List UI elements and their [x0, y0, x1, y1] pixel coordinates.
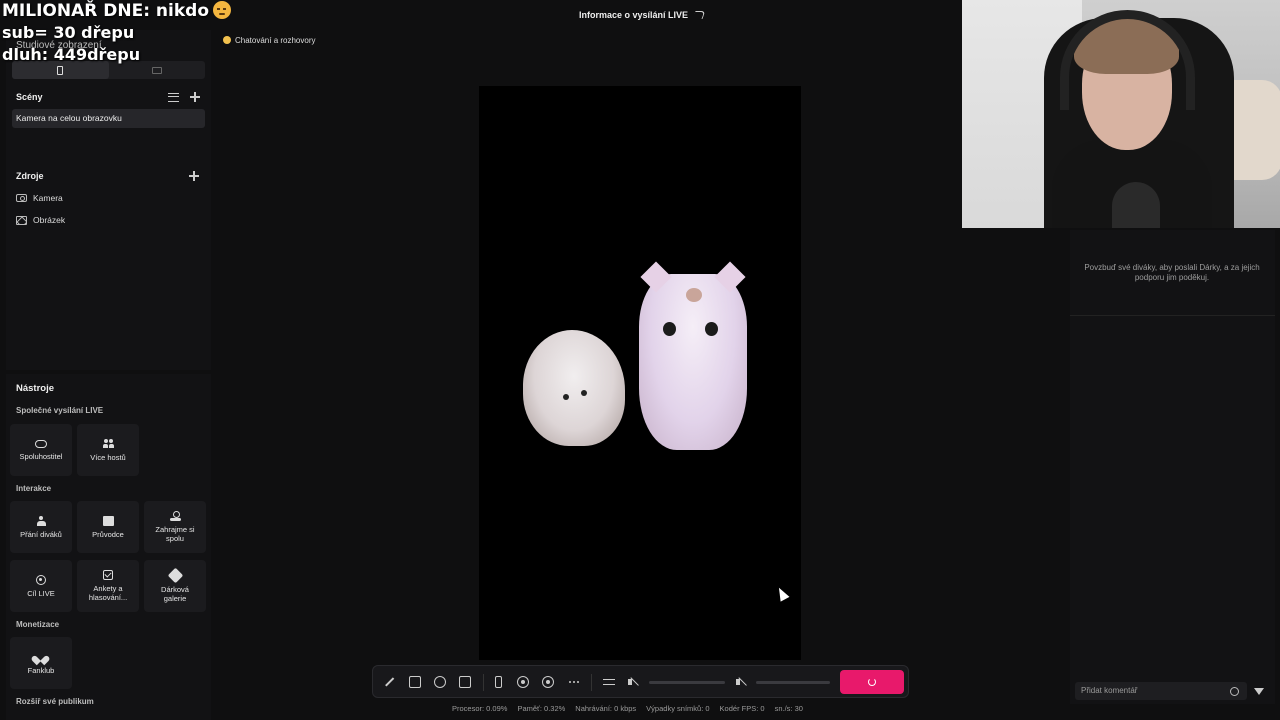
image-icon: [16, 215, 27, 225]
camera-icon: [16, 194, 27, 202]
source-label: Obrázek: [33, 215, 66, 225]
scenes-title: Scény: [16, 92, 43, 102]
stat-recording: Nahrávání: 0 kbps: [575, 704, 637, 713]
bottom-toolbar: [372, 665, 909, 698]
magic-wand-icon[interactable]: [383, 676, 395, 688]
share-icon: [692, 11, 706, 19]
source-item-image[interactable]: Obrázek: [16, 215, 65, 225]
source-label: Kamera: [33, 193, 63, 203]
stat-cpu: Procesor: 0.09%: [452, 704, 508, 713]
tool-play-together[interactable]: Zahrajme si spolu: [144, 501, 206, 553]
settings-sliders-icon[interactable]: [603, 676, 615, 688]
comment-input[interactable]: Přidat komentář: [1075, 682, 1247, 700]
emoji-icon[interactable]: [1230, 687, 1239, 696]
tool-multi-guest[interactable]: Více hostů: [77, 424, 139, 476]
cat-eye: [663, 322, 676, 336]
cat-nose: [686, 288, 702, 302]
tool-gift-gallery[interactable]: Dárková galerie: [144, 560, 206, 612]
tool-label: Více hostů: [90, 452, 126, 462]
stat-encoder-fps: Kodér FPS: 0: [719, 704, 765, 713]
group-title-audience: Rozšiř své publikum: [16, 697, 94, 706]
cat-image: [639, 274, 747, 450]
toolbar-divider: [483, 674, 484, 691]
chat-chip[interactable]: Chatování a rozhovory: [217, 32, 322, 48]
gift-icon: [167, 567, 183, 583]
tool-live-goal[interactable]: Cíl LIVE: [10, 560, 72, 612]
stream-overlay: MILIONAŘ DNE: nikdo sub= 30 dřepu dluh: …: [2, 0, 231, 66]
webcam-feed: [962, 0, 1280, 228]
live-info-link[interactable]: Informace o vysílání LIVE: [579, 10, 706, 20]
add-source-plus-icon[interactable]: [188, 170, 200, 182]
filter-icon[interactable]: [1254, 688, 1264, 695]
mic-slider[interactable]: [756, 681, 830, 684]
heart-icon: [36, 652, 46, 662]
source-item-camera[interactable]: Kamera: [16, 193, 63, 203]
person-icon: [36, 515, 47, 526]
tool-cohost[interactable]: Spoluhostitel: [10, 424, 72, 476]
stat-dropped: Výpadky snímků: 0: [646, 704, 710, 713]
overlay-line-2: sub= 30 dřepu: [2, 23, 135, 42]
speaker-muted-icon[interactable]: [628, 676, 640, 688]
tool-label: Průvodce: [92, 529, 124, 539]
tool-label: Cíl LIVE: [27, 588, 55, 598]
tool-viewer-wishes[interactable]: Přání diváků: [10, 501, 72, 553]
camera-switch-icon[interactable]: [542, 676, 554, 688]
poll-icon: [103, 570, 113, 580]
overlay-line-3: dluh: 449dřepu: [2, 45, 141, 64]
tool-guide[interactable]: Průvodce: [77, 501, 139, 553]
layout-icon[interactable]: [459, 676, 471, 688]
stat-fps: sn./s: 30: [774, 704, 803, 713]
tool-label: Zahrajme si spolu: [155, 525, 195, 543]
tool-label: Přání diváků: [20, 529, 62, 539]
stats-bar: Procesor: 0.09% Paměť: 0.32% Nahrávání: …: [452, 704, 803, 713]
dog-eye: [563, 394, 569, 400]
tool-label: Ankety a hlasování...: [88, 584, 128, 602]
microphone-icon: [1112, 182, 1160, 228]
scene-item[interactable]: Kamera na celou obrazovku: [12, 109, 205, 128]
phone-icon: [57, 65, 64, 75]
target-icon: [36, 574, 46, 585]
sources-title: Zdroje: [16, 171, 44, 181]
ai-icon[interactable]: [434, 676, 446, 688]
group-title-cohost: Společné vysílání LIVE: [16, 406, 104, 415]
scene-list-icon[interactable]: [168, 92, 179, 102]
toolbar-divider: [591, 674, 592, 691]
live-info-label: Informace o vysílání LIVE: [579, 10, 689, 20]
joystick-icon: [169, 511, 181, 521]
gift-message: Povzbuď své diváky, aby poslali Dárky, a…: [1084, 263, 1260, 282]
more-icon[interactable]: [568, 676, 580, 688]
guide-icon: [102, 515, 114, 526]
add-scene-plus-icon[interactable]: [189, 91, 201, 103]
stat-memory: Paměť: 0.32%: [517, 704, 566, 713]
right-panel-divider: [1070, 315, 1275, 316]
volume-slider[interactable]: [649, 681, 725, 684]
dog-image: [523, 330, 625, 446]
tool-polls[interactable]: Ankety a hlasování...: [77, 560, 139, 612]
overlay-line-1: MILIONAŘ DNE: nikdo: [2, 1, 209, 21]
tool-label: Fanklub: [27, 665, 55, 675]
tool-fanclub[interactable]: Fanklub: [10, 637, 72, 689]
stream-preview[interactable]: [479, 86, 801, 660]
tool-label: Dárková galerie: [161, 584, 189, 603]
right-panel: [1070, 230, 1275, 704]
record-icon[interactable]: [517, 676, 529, 688]
link-icon: [35, 439, 47, 448]
group-title-monetization: Monetizace: [16, 620, 60, 629]
group-title-interaction: Interakce: [16, 484, 52, 493]
go-live-button[interactable]: [840, 670, 904, 694]
loading-icon: [868, 678, 876, 686]
tool-label: Spoluhostitel: [19, 451, 63, 461]
landscape-icon: [151, 66, 162, 74]
users-icon: [102, 438, 114, 449]
effects-icon[interactable]: [409, 676, 421, 688]
dog-eye: [581, 390, 587, 396]
phone-icon[interactable]: [495, 676, 502, 688]
mic-muted-icon[interactable]: [736, 676, 748, 688]
cat-eye: [705, 322, 718, 336]
pensive-emoji-icon: [213, 1, 231, 19]
tools-title: Nástroje: [16, 383, 55, 394]
chat-chip-label: Chatování a rozhovory: [235, 35, 316, 45]
